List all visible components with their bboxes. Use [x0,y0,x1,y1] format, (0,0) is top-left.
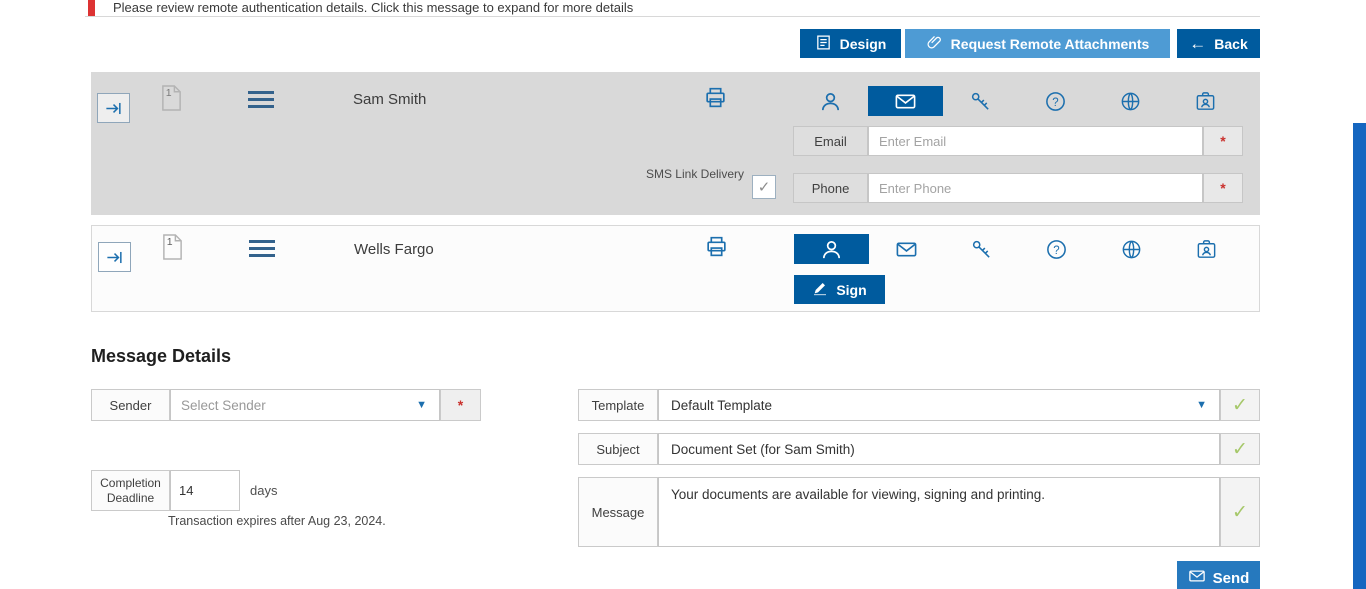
sender-field-label: Sender [91,389,170,421]
send-button[interactable]: Send [1177,561,1260,589]
phone-field-label: Phone [793,173,868,203]
sms-link-delivery-label: SMS Link Delivery [645,167,744,181]
remote-auth-globe-icon[interactable] [1094,234,1169,264]
drag-handle-icon[interactable] [248,91,274,108]
back-button[interactable]: ← Back [1177,29,1260,58]
sender-required-marker: * [440,389,481,421]
in-person-delivery-icon[interactable] [794,234,869,264]
recipient-row-wells-fargo: 1 Wells Fargo ? Sign [91,225,1260,312]
password-auth-icon[interactable] [943,86,1018,116]
message-details-heading: Message Details [91,346,232,366]
template-field-label: Template [578,389,658,421]
document-count-badge: 1 [167,236,173,248]
completion-deadline-input[interactable] [170,470,240,511]
assign-signer-button[interactable] [98,242,131,272]
document-count-icon[interactable]: 1 [161,233,184,266]
page-scrollbar[interactable] [1353,123,1366,589]
notification-text: Please review remote authentication deta… [113,0,634,15]
password-auth-icon[interactable] [944,234,1019,264]
pen-icon [812,280,828,299]
question-auth-icon[interactable]: ? [1018,86,1093,116]
email-delivery-icon[interactable] [868,86,943,116]
app-root: Please review remote authentication deta… [0,0,1366,589]
checkbox-check-icon: ✓ [757,179,771,196]
send-envelope-icon [1188,567,1206,589]
back-arrow-icon: ← [1189,34,1207,53]
recipient-name: Sam Smith [353,91,427,108]
expiry-note: Transaction expires after Aug 23, 2024. [168,514,386,528]
phone-input[interactable] [868,173,1203,203]
template-dropdown-value: Default Template [671,397,773,413]
chevron-down-icon: ▼ [416,398,427,411]
design-icon [815,34,832,54]
send-button-label: Send [1212,569,1250,587]
design-button[interactable]: Design [800,29,901,58]
request-remote-attachments-button[interactable]: Request Remote Attachments [905,29,1170,58]
in-person-delivery-icon[interactable] [793,86,868,116]
subject-valid-check-icon: ✓ [1220,433,1260,465]
subject-field-label: Subject [578,433,658,465]
print-icon[interactable] [704,234,729,264]
design-button-label: Design [839,35,887,52]
email-required-marker: * [1203,126,1243,156]
message-textarea[interactable]: Your documents are available for viewing… [658,477,1220,547]
deadline-unit-label: days [250,483,278,498]
sign-button-label: Sign [836,281,867,298]
kiosk-delivery-icon[interactable] [1169,234,1244,264]
document-count-icon[interactable]: 1 [160,84,183,117]
template-valid-check-icon: ✓ [1220,389,1260,421]
print-icon[interactable] [703,85,728,115]
template-dropdown[interactable]: Default Template ▼ [658,389,1220,421]
paperclip-icon [926,34,943,54]
assign-signer-button[interactable] [97,93,130,123]
completion-deadline-label: Completion Deadline [91,470,170,511]
email-input[interactable] [868,126,1203,156]
request-remote-attachments-label: Request Remote Attachments [950,35,1150,52]
svg-text:?: ? [1052,96,1058,108]
question-auth-icon[interactable]: ? [1019,234,1094,264]
sender-dropdown-value: Select Sender [181,397,266,413]
notification-banner[interactable]: Please review remote authentication deta… [85,0,1260,17]
drag-handle-icon[interactable] [249,240,275,257]
alert-accent-bar [88,0,95,16]
kiosk-delivery-icon[interactable] [1168,86,1243,116]
email-field-label: Email [793,126,868,156]
svg-text:?: ? [1053,244,1059,256]
message-field-label: Message [578,477,658,547]
document-count-badge: 1 [166,87,172,99]
sender-dropdown[interactable]: Select Sender ▼ [170,389,440,421]
phone-required-marker: * [1203,173,1243,203]
recipient-name: Wells Fargo [354,241,434,258]
email-delivery-icon[interactable] [869,234,944,264]
subject-input[interactable] [658,433,1220,465]
back-button-label: Back [1214,35,1248,52]
remote-auth-globe-icon[interactable] [1093,86,1168,116]
sign-button[interactable]: Sign [794,275,885,304]
sms-link-delivery-checkbox[interactable]: ✓ [752,175,776,199]
recipient-row-sam-smith: 1 Sam Smith ? Email * SMS Link Delivery [91,72,1260,215]
chevron-down-icon: ▼ [1196,398,1207,411]
message-valid-check-icon: ✓ [1220,477,1260,547]
